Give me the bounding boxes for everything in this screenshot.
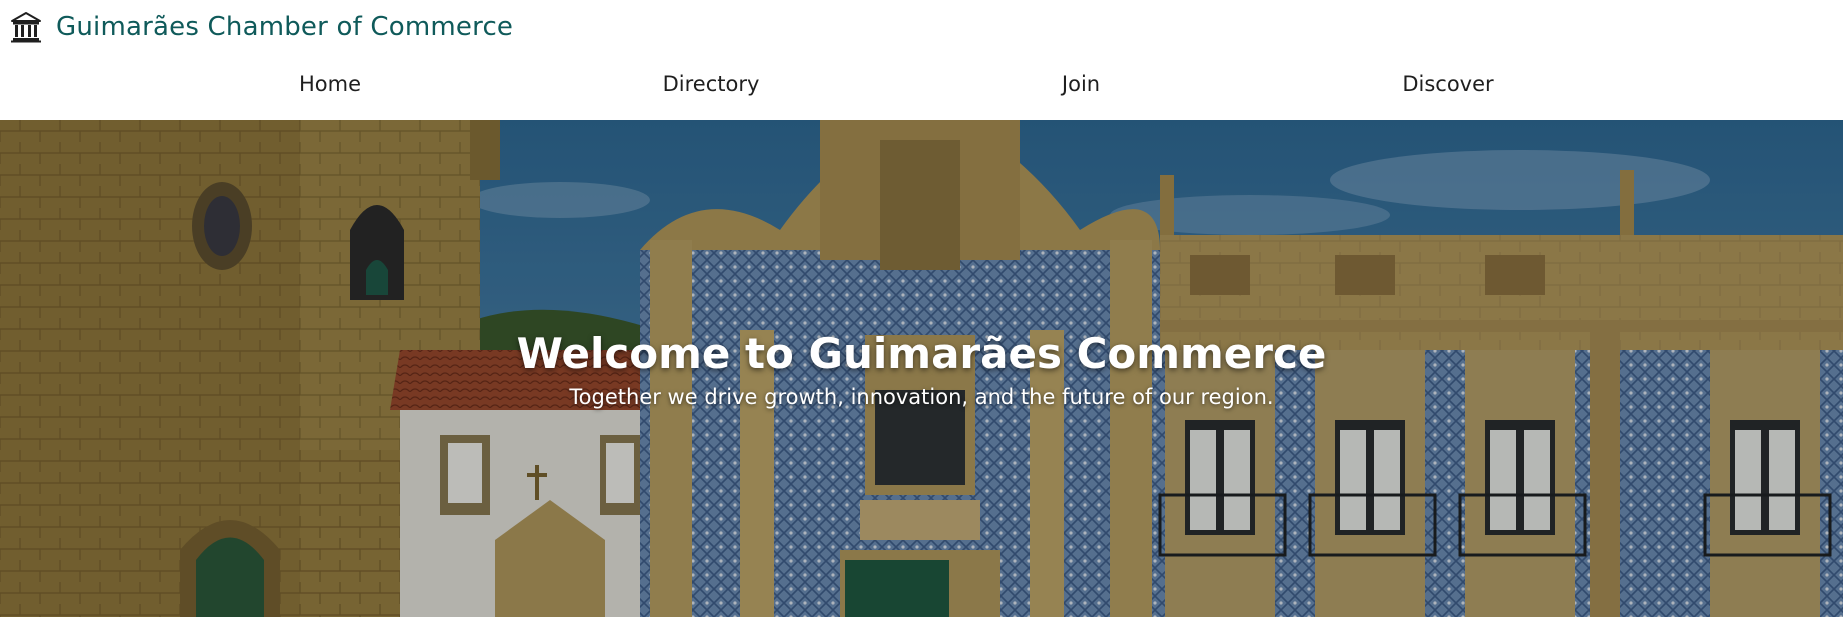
nav-item-directory[interactable]: Directory xyxy=(663,72,760,96)
hero-subtitle: Together we drive growth, innovation, an… xyxy=(569,385,1274,409)
hero-text: Welcome to Guimarães Commerce Together w… xyxy=(0,329,1843,411)
nav-item-home[interactable]: Home xyxy=(299,72,361,96)
brand-name: Guimarães Chamber of Commerce xyxy=(56,12,514,42)
hero-title: Welcome to Guimarães Commerce xyxy=(516,329,1327,378)
bank-building-icon xyxy=(11,12,41,43)
hero-banner: Welcome to Guimarães Commerce Together w… xyxy=(0,120,1843,617)
main-nav: Home Directory Join Discover xyxy=(0,72,1843,104)
brand[interactable]: Guimarães Chamber of Commerce xyxy=(10,5,513,49)
nav-item-join[interactable]: Join xyxy=(1062,72,1100,96)
nav-item-discover[interactable]: Discover xyxy=(1402,72,1493,96)
site-header: Guimarães Chamber of Commerce Home Direc… xyxy=(0,0,1843,120)
